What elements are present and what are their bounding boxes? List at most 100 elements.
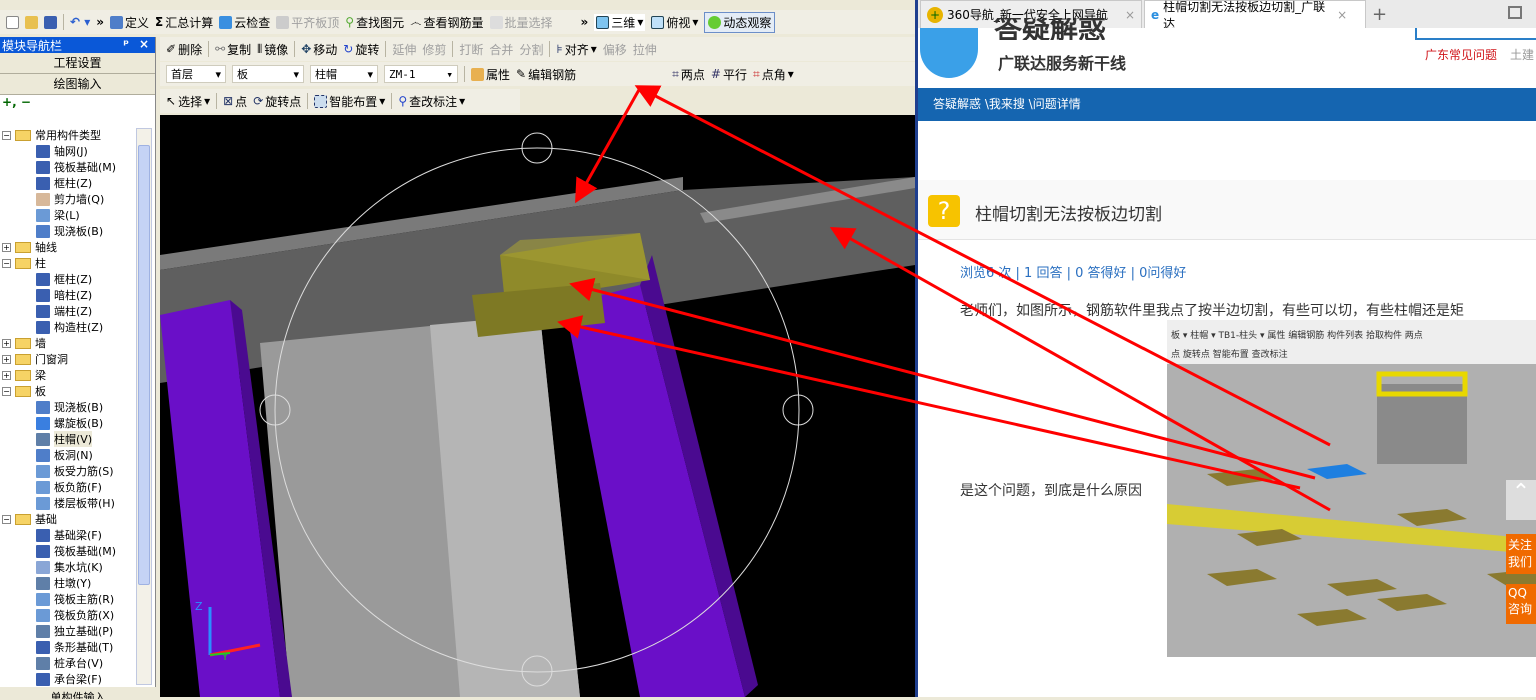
tree-item[interactable]: 柱墩(Y) [0,575,136,591]
toolbar-overflow[interactable]: » [581,15,589,29]
tree-item[interactable]: 板负筋(F) [0,479,136,495]
tree-item[interactable]: 剪力墙(Q) [0,191,136,207]
collapse-icon[interactable]: − [2,386,11,396]
stretch-button[interactable]: 拉伸 [633,41,657,58]
3d-scene[interactable]: Z Y [160,115,915,697]
project-settings-button[interactable]: 工程设置 [0,53,155,74]
point-angle-button[interactable]: ⌗ 点角 ▾ [753,66,794,83]
tree-folder[interactable]: + 轴线 [0,239,136,255]
orbit-button[interactable]: 动态观察 [704,11,776,33]
pin-icon[interactable]: ᵖ [123,37,129,51]
rotate-button[interactable]: ↻ 旋转 [343,41,379,58]
tree-item[interactable]: 板受力筋(S) [0,463,136,479]
delete-button[interactable]: ✐ 删除 [166,41,202,58]
tree-item[interactable]: 暗柱(Z) [0,287,136,303]
edit-rebar-button[interactable]: ✎ 编辑钢筋 [516,66,576,83]
tree-folder[interactable]: − 常用构件类型 [0,127,136,143]
tree-item[interactable]: 螺旋板(B) [0,415,136,431]
point-button[interactable]: ⊠ 点 [223,93,247,110]
copy-button[interactable]: ⚯ 复制 [215,41,251,58]
tree-folder[interactable]: + 门窗洞 [0,351,136,367]
rotate-point-button[interactable]: ⟳ 旋转点 [253,93,301,110]
browser-tab-active[interactable]: e 柱帽切割无法按板边切割_广联达 × [1144,0,1366,31]
follow-us-button[interactable]: 关注我们 [1506,534,1536,574]
header-link[interactable]: 广东常见问题 [1425,46,1497,63]
qq-consult-button[interactable]: QQ咨询 [1506,584,1536,624]
cloud-check-button[interactable]: 云检查 [219,14,270,31]
select-button[interactable]: ↖ 选择 ▾ [166,93,210,110]
view-rebar-button[interactable]: ෴ 查看钢筋量 [410,14,483,31]
calculate-button[interactable]: Σ 汇总计算 [155,14,213,31]
tree-scrollbar[interactable] [136,128,152,685]
tree-folder[interactable]: − 基础 [0,511,136,527]
floor-select[interactable]: 首层 ▾ [166,65,226,83]
merge-button[interactable]: 合并 [489,41,513,58]
tree-item[interactable]: 框柱(Z) [0,175,136,191]
tree-folder[interactable]: + 墙 [0,335,136,351]
type-select[interactable]: 柱帽 ▾ [310,65,378,83]
breadcrumb[interactable]: 答疑解惑 \我来搜 \问题详情 [918,88,1536,121]
tree-item[interactable]: 筏板基础(M) [0,543,136,559]
offset-button[interactable]: 偏移 [603,41,627,58]
tree-item[interactable]: 框柱(Z) [0,271,136,287]
new-file-icon[interactable] [6,15,19,29]
tree-folder[interactable]: + 梁 [0,367,136,383]
batch-select-button[interactable]: 批量选择 [489,14,553,31]
expand-icon[interactable]: + [2,338,11,348]
expand-icon[interactable]: + [2,354,11,364]
tree-item[interactable]: 板洞(N) [0,447,136,463]
3d-viewport[interactable]: Z Y [160,115,915,697]
tree-item[interactable]: 现浇板(B) [0,399,136,415]
restore-icon[interactable] [1508,6,1522,19]
tree-item[interactable]: 独立基础(P) [0,623,136,639]
extend-button[interactable]: 延伸 [392,41,416,58]
expand-icon[interactable]: + [2,370,11,380]
open-folder-icon[interactable] [25,15,38,29]
break-button[interactable]: 打断 [459,41,483,58]
edit-label-button[interactable]: ⚲ 查改标注 ▾ [398,93,465,110]
expand-icon[interactable]: + [2,242,11,252]
toolbar-overflow[interactable]: » [96,15,104,29]
tree-item[interactable]: 集水坑(K) [0,559,136,575]
expand-collapse-all[interactable]: +, − [0,95,155,115]
embedded-screenshot[interactable]: 板 ▾ 柱帽 ▾ TB1-柱头 ▾ 属性 编辑钢筋 构件列表 拾取构件 两点点 … [1167,320,1536,657]
header-link[interactable]: 土建 [1510,46,1534,63]
tree-item[interactable]: 端柱(Z) [0,303,136,319]
tree-item[interactable]: 桩承台(V) [0,655,136,671]
back-to-top-button[interactable]: ⌃ [1506,480,1536,520]
parallel-button[interactable]: # 平行 [711,66,747,83]
collapse-icon[interactable]: − [2,130,11,140]
move-button[interactable]: ✥ 移动 [301,41,337,58]
3d-view-button[interactable]: 三维 ▾ [594,13,646,31]
define-button[interactable]: 定义 [110,14,149,31]
split-button[interactable]: 分割 [519,41,543,58]
tree-item[interactable]: 轴网(J) [0,143,136,159]
collapse-icon[interactable]: − [2,258,11,268]
smart-layout-button[interactable]: 智能布置 ▾ [314,93,385,110]
tree-item[interactable]: 构造柱(Z) [0,319,136,335]
two-points-button[interactable]: ⌗ 两点 [672,66,705,83]
tree-item[interactable]: 筏板主筋(R) [0,591,136,607]
tree-item[interactable]: 基础梁(F) [0,527,136,543]
align-top-button[interactable]: 平齐板顶 [276,14,339,31]
tree-item[interactable]: 承台梁(F) [0,671,136,687]
undo-icon[interactable]: ↶ ▾ [70,15,90,29]
find-element-button[interactable]: ⚲ 查找图元 [345,14,404,31]
tree-item[interactable]: 筏板基础(M) [0,159,136,175]
close-tab-icon[interactable]: × [1125,8,1135,22]
mirror-button[interactable]: ⫴ 镜像 [257,41,288,58]
tree-item[interactable]: 楼层板带(H) [0,495,136,511]
close-tab-icon[interactable]: × [1337,8,1347,22]
drawing-input-button[interactable]: 绘图输入 [0,74,155,95]
tree-item[interactable]: 条形基础(T) [0,639,136,655]
expand-all-icon[interactable]: + [2,95,12,109]
tree-item[interactable]: 现浇板(B) [0,223,136,239]
collapse-icon[interactable]: − [2,514,11,524]
collapse-all-icon[interactable]: − [21,95,31,109]
tree-item[interactable]: 柱帽(V) [0,431,136,447]
save-icon[interactable] [44,15,57,29]
property-button[interactable]: 属性 [471,66,510,83]
tree-item[interactable]: 梁(L) [0,207,136,223]
category-select[interactable]: 板 ▾ [232,65,304,83]
top-view-button[interactable]: 俯视 ▾ [651,14,698,31]
